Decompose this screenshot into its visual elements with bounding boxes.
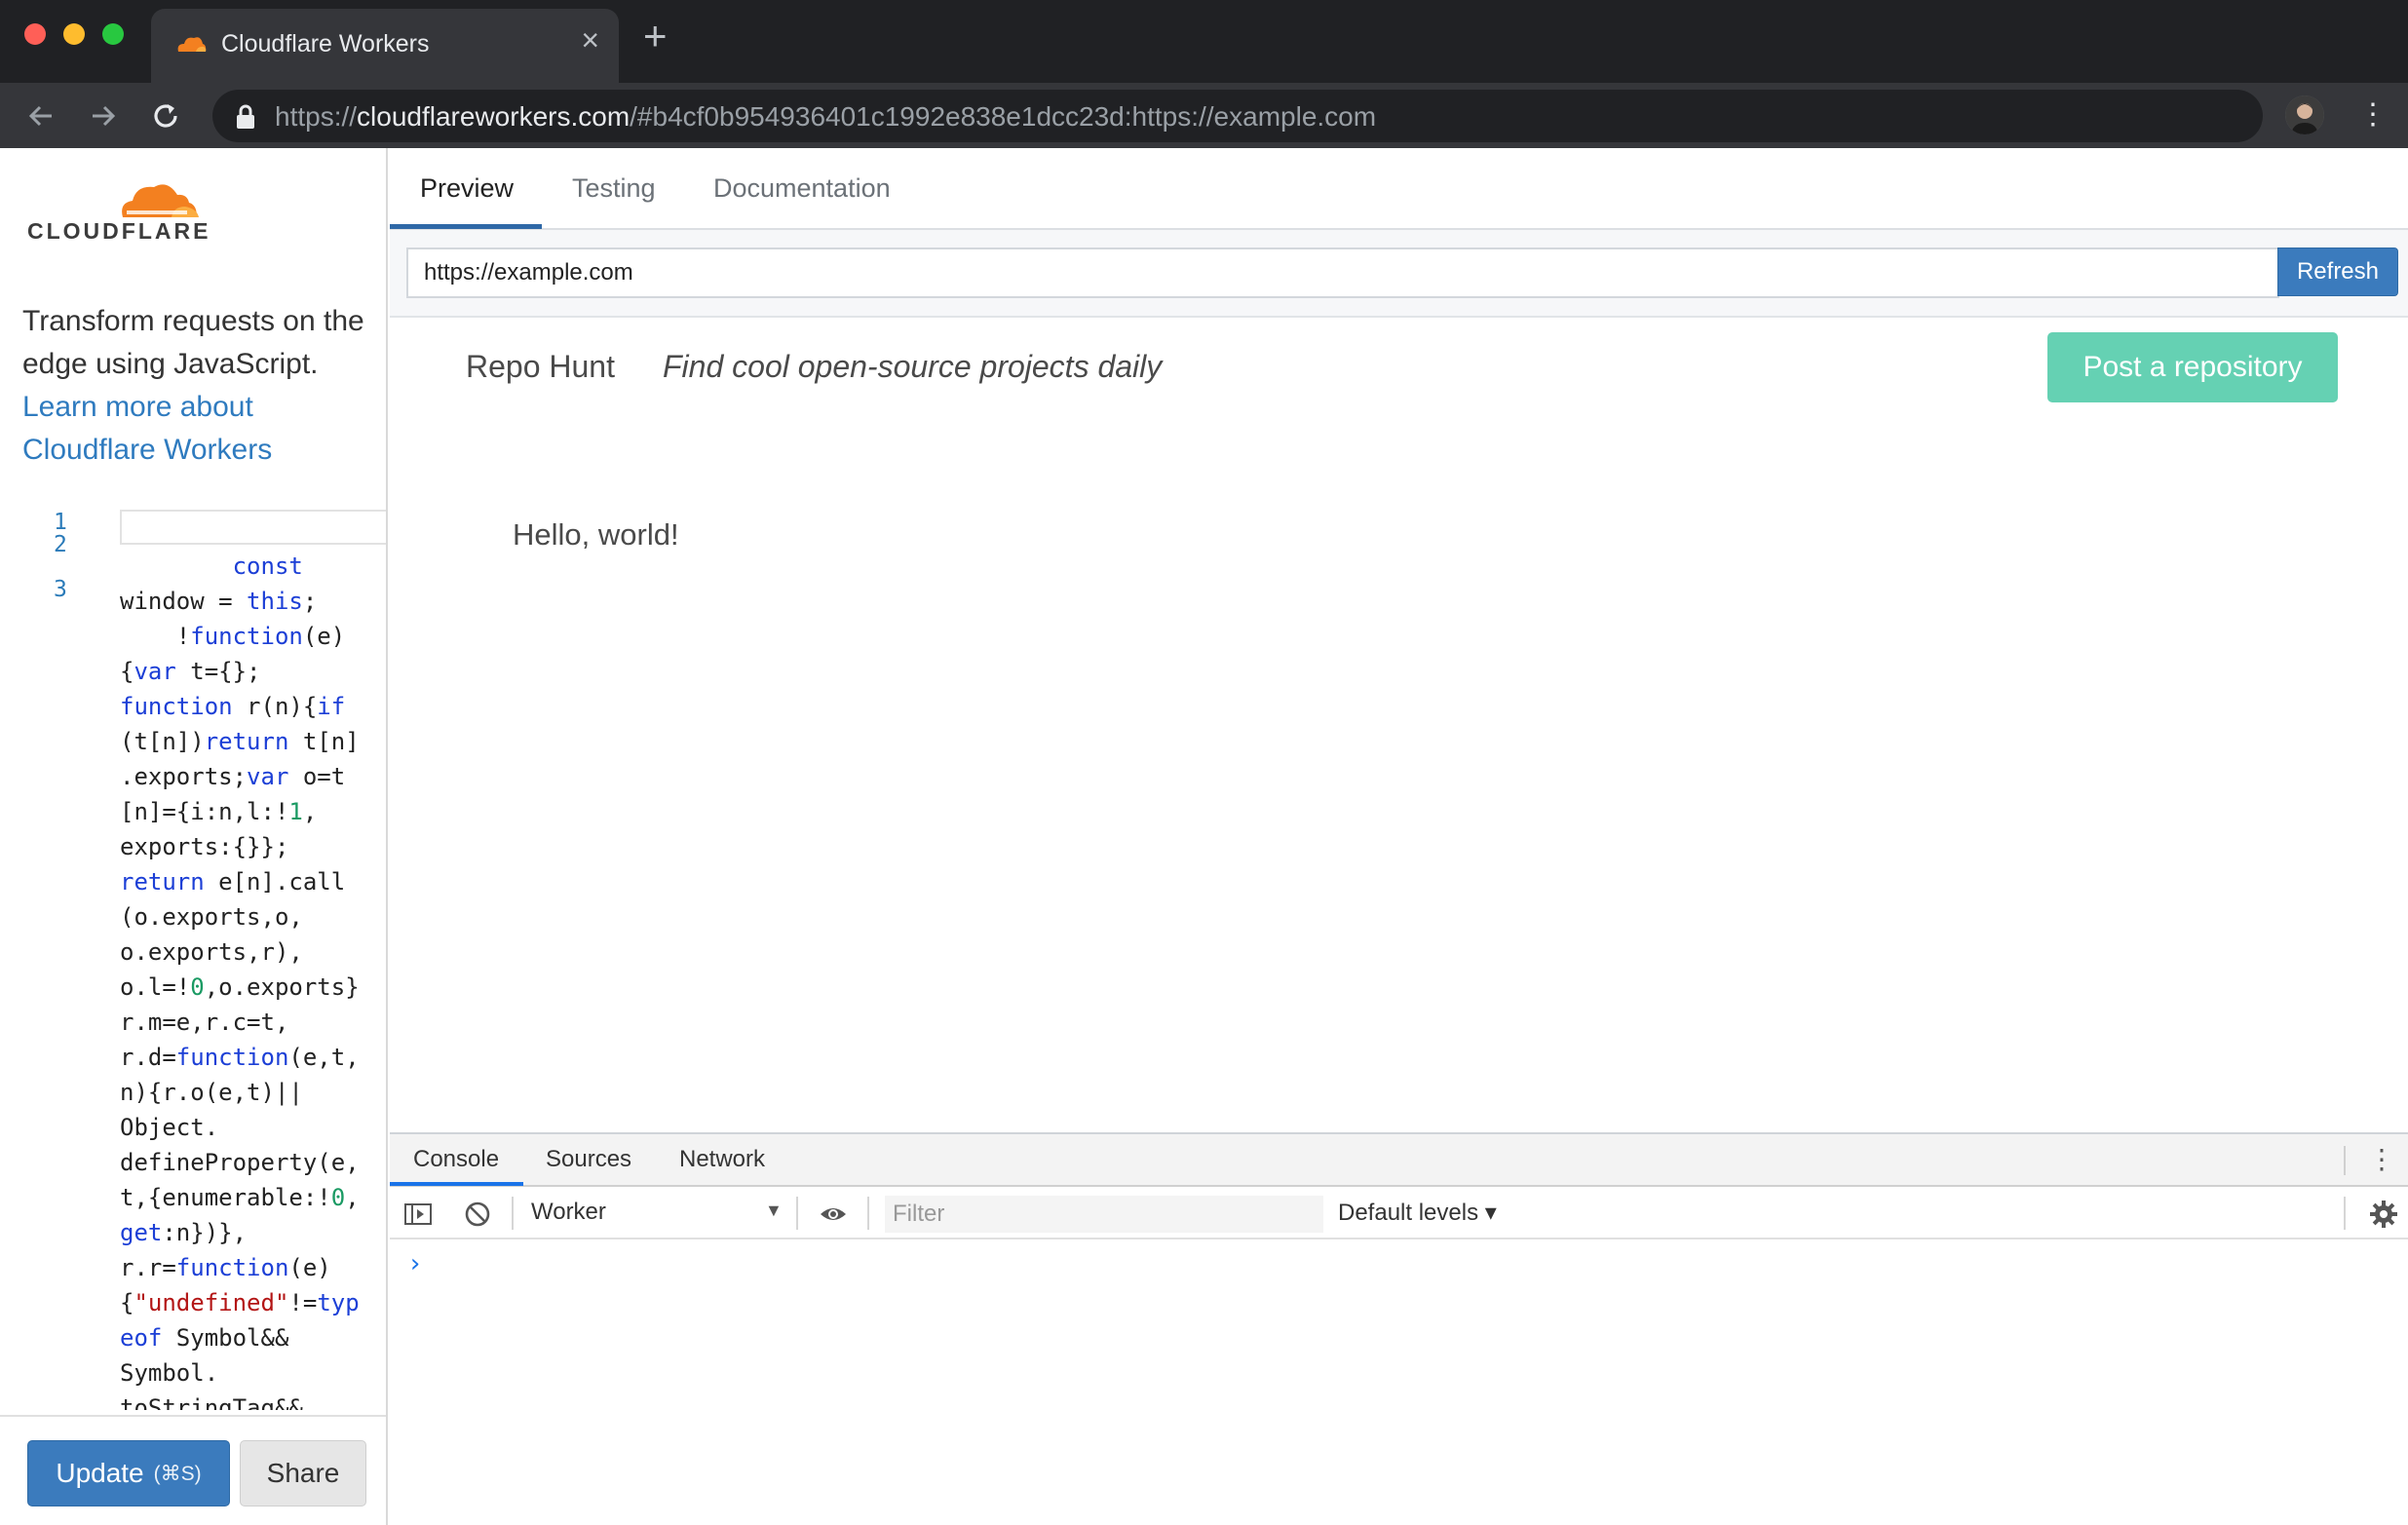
tab-preview[interactable]: Preview [420, 173, 514, 204]
eye-icon[interactable] [819, 1200, 848, 1229]
sidebar: CLOUDFLARE Transform requests on the edg… [0, 148, 388, 1525]
toolbar-divider [2344, 1197, 2346, 1230]
address-bar[interactable]: https://cloudflareworkers.com/#b4cf0b954… [212, 90, 2263, 142]
line-number: 3 [54, 577, 67, 602]
console-filter-input[interactable]: Filter [885, 1196, 1323, 1233]
cloudflare-wordmark: CLOUDFLARE [27, 218, 211, 244]
devtools-divider [2344, 1146, 2346, 1175]
update-button-label: Update [56, 1458, 144, 1488]
main-tabs: Preview Testing Documentation [390, 148, 2408, 230]
post-repository-button[interactable]: Post a repository [2047, 332, 2338, 402]
sidebar-intro: Transform requests on the edge using Jav… [22, 300, 373, 472]
profile-avatar[interactable] [2285, 95, 2324, 134]
share-button[interactable]: Share [240, 1440, 366, 1506]
browser-tab-title: Cloudflare Workers [221, 30, 430, 57]
devtools-tab-sources[interactable]: Sources [546, 1146, 631, 1173]
active-tab-indicator [390, 224, 542, 229]
preview-url-input[interactable]: https://example.com [406, 248, 2279, 298]
intro-text: Transform requests on the edge using Jav… [22, 305, 364, 380]
console-toolbar: Worker ▼ Filter Default levels ▾ [390, 1187, 2408, 1239]
devtools-tab-console[interactable]: Console [413, 1146, 499, 1173]
chevron-down-icon[interactable]: ▼ [765, 1201, 783, 1221]
preview-frame: Repo Hunt Find cool open-source projects… [390, 320, 2408, 1134]
hello-text: Hello, world! [513, 517, 679, 552]
context-selector[interactable]: Worker [531, 1199, 606, 1226]
code-content: const window = this; !function(e) {var t… [120, 553, 360, 1410]
zoom-window-button[interactable] [102, 23, 124, 45]
close-window-button[interactable] [24, 23, 46, 45]
back-icon[interactable] [19, 95, 62, 137]
learn-more-link[interactable]: Learn more about Cloudflare Workers [22, 391, 272, 466]
minimize-window-button[interactable] [63, 23, 85, 45]
browser-menu-icon[interactable]: ⋮ [2358, 95, 2388, 134]
browser-tab-bar: Cloudflare Workers × + [0, 0, 2408, 83]
tab-testing[interactable]: Testing [572, 173, 656, 204]
main-pane: Preview Testing Documentation https://ex… [390, 148, 2408, 1525]
update-button[interactable]: Update (⌘S) [27, 1440, 230, 1506]
site-tagline: Find cool open-source projects daily [663, 349, 1163, 384]
site-name[interactable]: Repo Hunt [466, 349, 615, 385]
toolbar-divider [867, 1197, 869, 1230]
cloudflare-favicon-icon [177, 37, 207, 52]
refresh-button[interactable]: Refresh [2277, 248, 2398, 296]
browser-tab[interactable]: Cloudflare Workers × [151, 9, 619, 83]
tab-documentation[interactable]: Documentation [713, 173, 891, 204]
clear-console-icon[interactable] [463, 1200, 492, 1229]
console-prompt[interactable]: › [407, 1249, 423, 1278]
browser-toolbar: https://cloudflareworkers.com/#b4cf0b954… [0, 83, 2408, 148]
address-bar-url: https://cloudflareworkers.com/#b4cf0b954… [275, 101, 1377, 132]
reload-icon[interactable] [144, 95, 187, 137]
new-tab-button[interactable]: + [643, 16, 668, 57]
code-editor[interactable]: 1 2 3 const window = this; !function(e) … [0, 494, 386, 1410]
toolbar-divider [512, 1197, 514, 1230]
close-tab-icon[interactable]: × [581, 24, 599, 56]
sidebar-toggle-icon[interactable] [403, 1200, 433, 1229]
toolbar-divider [796, 1197, 798, 1230]
devtools-menu-icon[interactable]: ⋮ [2368, 1142, 2395, 1177]
update-shortcut-hint: (⌘S) [153, 1462, 202, 1485]
sidebar-footer: Update (⌘S) Share [0, 1415, 386, 1525]
devtools-tab-network[interactable]: Network [679, 1146, 765, 1173]
preview-url-bar: https://example.com Refresh [390, 230, 2408, 318]
log-levels-dropdown[interactable]: Default levels ▾ [1338, 1199, 1497, 1227]
devtools-tabs: Console Sources Network ⋮ [390, 1134, 2408, 1187]
gear-icon[interactable] [2368, 1199, 2399, 1230]
devtools-active-tab-indicator [390, 1182, 523, 1186]
line-number: 2 [54, 532, 67, 557]
forward-icon[interactable] [82, 95, 125, 137]
lock-icon [237, 104, 254, 129]
devtools-panel: Console Sources Network ⋮ Worker ▼ Filte… [390, 1132, 2408, 1525]
current-line-highlight [120, 510, 386, 545]
